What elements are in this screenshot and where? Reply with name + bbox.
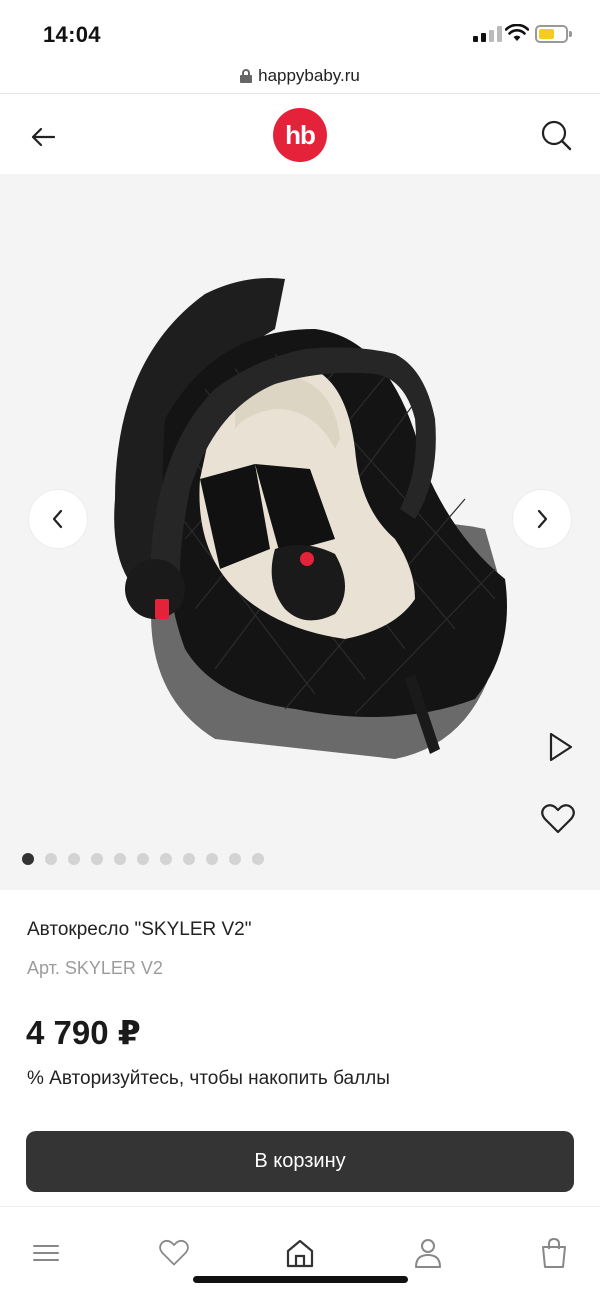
heart-icon bbox=[159, 1239, 189, 1266]
pagination-dot[interactable] bbox=[206, 853, 218, 865]
gallery-pagination bbox=[22, 853, 264, 865]
tab-menu[interactable] bbox=[26, 1233, 66, 1273]
bag-icon bbox=[542, 1237, 566, 1268]
product-title: Автокресло "SKYLER V2" bbox=[27, 919, 252, 940]
battery-icon bbox=[535, 25, 572, 43]
pagination-dot[interactable] bbox=[91, 853, 103, 865]
status-bar: 14:04 bbox=[0, 0, 600, 58]
wifi-icon bbox=[505, 24, 529, 41]
pagination-dot[interactable] bbox=[183, 853, 195, 865]
tab-home[interactable] bbox=[280, 1233, 320, 1273]
pagination-dot[interactable] bbox=[229, 853, 241, 865]
tab-favorites[interactable] bbox=[154, 1233, 194, 1273]
bottom-tab-bar bbox=[0, 1206, 600, 1297]
pagination-dot[interactable] bbox=[45, 853, 57, 865]
pagination-dot[interactable] bbox=[22, 853, 34, 865]
back-arrow-icon[interactable] bbox=[28, 122, 58, 152]
play-icon[interactable] bbox=[543, 729, 577, 765]
pagination-dot[interactable] bbox=[137, 853, 149, 865]
pagination-dot[interactable] bbox=[252, 853, 264, 865]
tab-profile[interactable] bbox=[408, 1233, 448, 1273]
product-price: 4 790 ₽ bbox=[26, 1014, 141, 1051]
status-time: 14:04 bbox=[43, 22, 101, 47]
cellular-signal-icon bbox=[473, 26, 502, 42]
menu-icon bbox=[33, 1245, 59, 1261]
browser-url-bar[interactable]: happybaby.ru bbox=[0, 58, 600, 94]
tab-cart[interactable] bbox=[534, 1233, 574, 1273]
pagination-dot[interactable] bbox=[160, 853, 172, 865]
pagination-dot[interactable] bbox=[114, 853, 126, 865]
brand-logo[interactable]: hb bbox=[273, 108, 327, 162]
home-icon bbox=[286, 1239, 314, 1268]
gallery-prev-button[interactable] bbox=[28, 489, 88, 549]
chevron-right-icon bbox=[537, 509, 548, 529]
pagination-dot[interactable] bbox=[68, 853, 80, 865]
bonus-login-link[interactable]: % Авторизуйтесь, чтобы накопить баллы bbox=[27, 1068, 390, 1090]
search-icon[interactable] bbox=[539, 118, 573, 152]
home-indicator bbox=[193, 1276, 408, 1283]
app-header: hb bbox=[0, 94, 600, 174]
gallery-next-button[interactable] bbox=[512, 489, 572, 549]
user-icon bbox=[415, 1239, 441, 1268]
product-sku: Арт. SKYLER V2 bbox=[27, 958, 163, 978]
chevron-left-icon bbox=[52, 509, 63, 529]
heart-icon[interactable] bbox=[540, 802, 576, 836]
lock-icon bbox=[240, 68, 253, 83]
product-image bbox=[114, 278, 507, 759]
product-gallery[interactable] bbox=[0, 174, 600, 890]
add-to-cart-button[interactable]: В корзину bbox=[26, 1131, 574, 1192]
url-text: happybaby.ru bbox=[258, 65, 360, 85]
